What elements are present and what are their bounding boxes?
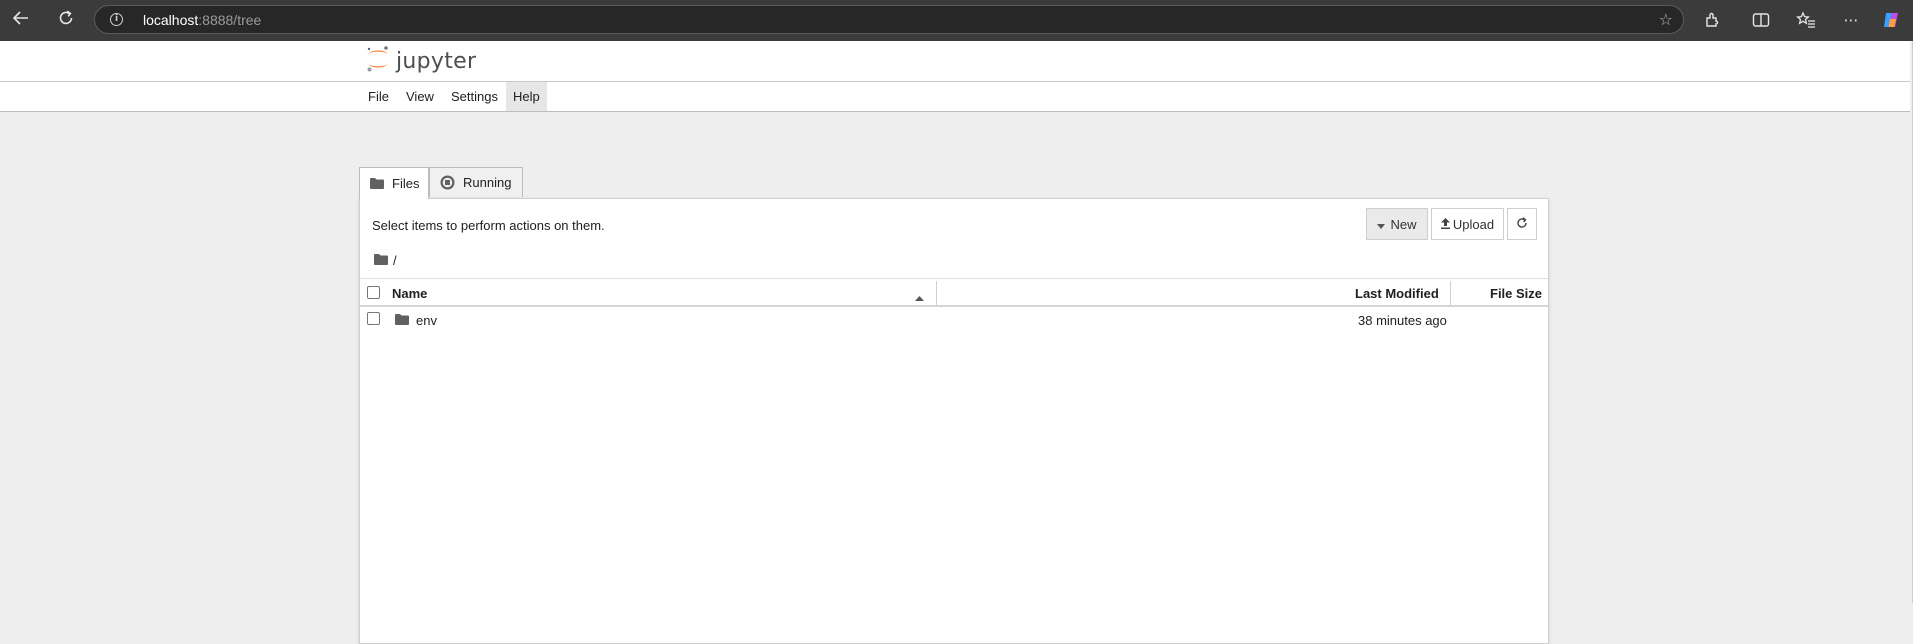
refresh-icon <box>57 9 75 32</box>
back-arrow-icon <box>12 10 30 31</box>
upload-button[interactable]: Upload <box>1431 208 1504 240</box>
favorite-star-icon[interactable]: ☆ <box>1659 10 1673 29</box>
folder-icon <box>370 178 384 189</box>
new-button[interactable]: New <box>1366 208 1428 240</box>
jupyter-wordmark: jupyter <box>396 48 477 74</box>
url-path: :8888/tree <box>198 12 262 28</box>
folder-icon <box>395 313 409 328</box>
breadcrumb: / <box>374 253 397 268</box>
url-host: localhost <box>143 12 199 28</box>
url-text[interactable]: localhost:8888/tree <box>143 12 261 28</box>
sort-ascending-icon[interactable] <box>915 289 924 304</box>
breadcrumb-home-folder-icon[interactable] <box>374 253 388 268</box>
new-button-label: New <box>1390 216 1417 232</box>
column-name[interactable]: Name <box>392 286 427 301</box>
copilot-icon[interactable] <box>1878 7 1904 33</box>
jupyter-logo[interactable]: jupyter <box>366 45 477 78</box>
split-screen-icon[interactable] <box>1748 7 1774 33</box>
caret-down-icon <box>1377 217 1386 232</box>
refresh-list-button[interactable] <box>1507 208 1537 240</box>
refresh-button[interactable] <box>51 6 81 34</box>
jupyter-logo-icon <box>366 45 390 78</box>
tab-running[interactable]: Running <box>429 167 523 197</box>
address-bar[interactable]: i localhost:8888/tree ☆ <box>94 5 1684 34</box>
refresh-icon <box>1516 216 1528 232</box>
tab-running-label: Running <box>463 175 512 190</box>
tab-files[interactable]: Files <box>359 167 429 199</box>
more-options-icon[interactable]: ⋯ <box>1838 7 1864 33</box>
column-last-modified[interactable]: Last Modified <box>1355 286 1439 301</box>
favorites-icon[interactable] <box>1793 7 1819 33</box>
browser-toolbar: i localhost:8888/tree ☆ ⋯ <box>0 0 1913 41</box>
menu-view[interactable]: View <box>399 82 441 111</box>
header-bar: jupyter <box>0 41 1910 82</box>
menu-help[interactable]: Help <box>506 82 547 111</box>
file-name[interactable]: env <box>416 313 437 328</box>
select-all-checkbox[interactable] <box>367 286 380 299</box>
stop-circle-icon <box>440 175 455 190</box>
menu-file[interactable]: File <box>361 82 396 111</box>
back-button[interactable] <box>6 6 36 34</box>
column-separator[interactable] <box>1450 281 1451 305</box>
site-info-icon[interactable]: i <box>110 13 123 26</box>
selection-hint: Select items to perform actions on them. <box>372 218 605 233</box>
file-list-header: Name Last Modified File Size <box>360 278 1548 307</box>
file-browser-panel: Select items to perform actions on them.… <box>359 198 1549 644</box>
column-file-size[interactable]: File Size <box>1490 286 1542 301</box>
tab-files-label: Files <box>392 176 420 191</box>
menu-bar: File View Settings Help <box>0 82 1910 112</box>
upload-icon <box>1440 217 1450 232</box>
upload-button-label: Upload <box>1452 216 1495 232</box>
file-row[interactable]: env 38 minutes ago <box>360 307 1548 335</box>
file-last-modified: 38 minutes ago <box>1358 313 1447 328</box>
breadcrumb-root[interactable]: / <box>393 253 397 268</box>
extensions-icon[interactable] <box>1700 7 1726 33</box>
column-separator[interactable] <box>936 281 937 305</box>
row-checkbox[interactable] <box>367 312 380 325</box>
menu-settings[interactable]: Settings <box>444 82 505 111</box>
jupyter-page: jupyter File View Settings Help Files Ru… <box>0 41 1913 644</box>
